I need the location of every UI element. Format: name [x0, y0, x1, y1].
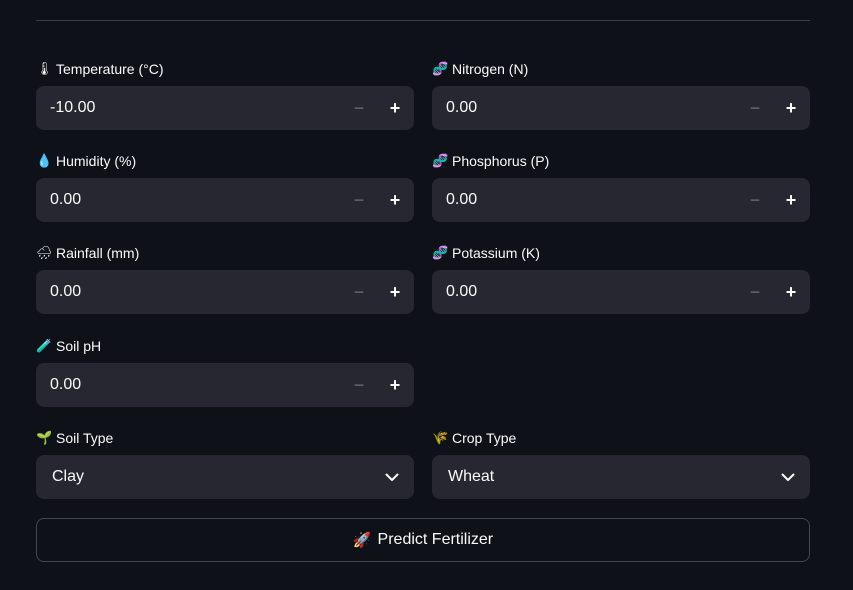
nitrogen-input[interactable]: 0.00 − +: [432, 86, 810, 130]
soil-type-select[interactable]: Clay: [36, 455, 414, 499]
humidity-label: Humidity (%): [56, 153, 137, 169]
nitrogen-field: 🧬 Nitrogen (N) 0.00 − +: [432, 59, 810, 130]
test-tube-icon: 🧪: [36, 338, 53, 353]
nitrogen-increment-button[interactable]: +: [773, 86, 809, 130]
humidity-input[interactable]: 0.00 − +: [36, 178, 414, 222]
potassium-label: Potassium (K): [452, 245, 540, 261]
nitrogen-decrement-button[interactable]: −: [737, 86, 773, 130]
potassium-input[interactable]: 0.00 − +: [432, 270, 810, 314]
droplet-icon: 💧: [36, 153, 53, 168]
potassium-field: 🧬 Potassium (K) 0.00 − +: [432, 243, 810, 314]
dna-icon: 🧬: [432, 153, 449, 168]
dna-icon: 🧬: [432, 61, 449, 76]
crop-type-select[interactable]: Wheat: [432, 455, 810, 499]
humidity-value[interactable]: 0.00: [36, 191, 341, 209]
crop-type-label-row: 🌾 Crop Type: [432, 428, 810, 448]
seedling-icon: 🌱: [36, 430, 53, 445]
rain-cloud-icon: 🌧: [36, 245, 53, 260]
potassium-label-row: 🧬 Potassium (K): [432, 243, 810, 263]
rainfall-increment-button[interactable]: +: [377, 270, 413, 314]
phosphorus-input[interactable]: 0.00 − +: [432, 178, 810, 222]
potassium-value[interactable]: 0.00: [432, 283, 737, 301]
potassium-decrement-button[interactable]: −: [737, 270, 773, 314]
soil-ph-field: 🧪 Soil pH 0.00 − +: [36, 336, 414, 407]
dna-icon: 🧬: [432, 245, 449, 260]
temperature-value[interactable]: -10.00: [36, 99, 341, 117]
chevron-down-icon[interactable]: [370, 473, 414, 482]
phosphorus-label: Phosphorus (P): [452, 153, 550, 169]
rocket-icon: 🚀: [352, 532, 372, 549]
soil-ph-value[interactable]: 0.00: [36, 376, 341, 394]
humidity-field: 💧 Humidity (%) 0.00 − +: [36, 151, 414, 222]
phosphorus-value[interactable]: 0.00: [432, 191, 737, 209]
soil-type-label-row: 🌱 Soil Type: [36, 428, 414, 448]
section-divider: [36, 20, 810, 21]
soil-type-selected-value[interactable]: Clay: [36, 468, 84, 486]
soil-ph-label-row: 🧪 Soil pH: [36, 336, 414, 356]
phosphorus-label-row: 🧬 Phosphorus (P): [432, 151, 810, 171]
temperature-decrement-button[interactable]: −: [341, 86, 377, 130]
crop-type-field: 🌾 Crop Type Wheat: [432, 428, 810, 499]
rainfall-label: Rainfall (mm): [56, 245, 140, 261]
temperature-input[interactable]: -10.00 − +: [36, 86, 414, 130]
temperature-label-row: 🌡 Temperature (°C): [36, 59, 414, 79]
phosphorus-increment-button[interactable]: +: [773, 178, 809, 222]
chevron-down-icon[interactable]: [766, 473, 810, 482]
nitrogen-label-row: 🧬 Nitrogen (N): [432, 59, 810, 79]
crop-type-label: Crop Type: [452, 430, 517, 446]
rainfall-value[interactable]: 0.00: [36, 283, 341, 301]
soil-ph-input[interactable]: 0.00 − +: [36, 363, 414, 407]
humidity-label-row: 💧 Humidity (%): [36, 151, 414, 171]
temperature-label: Temperature (°C): [56, 61, 164, 77]
nitrogen-label: Nitrogen (N): [452, 61, 529, 77]
humidity-decrement-button[interactable]: −: [341, 178, 377, 222]
soil-type-label: Soil Type: [56, 430, 114, 446]
predict-button-label: Predict Fertilizer: [377, 531, 494, 548]
temperature-increment-button[interactable]: +: [377, 86, 413, 130]
rainfall-field: 🌧 Rainfall (mm) 0.00 − +: [36, 243, 414, 314]
rainfall-decrement-button[interactable]: −: [341, 270, 377, 314]
soil-ph-increment-button[interactable]: +: [377, 363, 413, 407]
soil-type-field: 🌱 Soil Type Clay: [36, 428, 414, 499]
soil-ph-decrement-button[interactable]: −: [341, 363, 377, 407]
thermometer-icon: 🌡: [36, 61, 53, 76]
phosphorus-decrement-button[interactable]: −: [737, 178, 773, 222]
phosphorus-field: 🧬 Phosphorus (P) 0.00 − +: [432, 151, 810, 222]
rainfall-label-row: 🌧 Rainfall (mm): [36, 243, 414, 263]
crop-type-selected-value[interactable]: Wheat: [432, 468, 494, 486]
predict-fertilizer-button[interactable]: 🚀 Predict Fertilizer: [36, 518, 810, 562]
potassium-increment-button[interactable]: +: [773, 270, 809, 314]
wheat-icon: 🌾: [432, 430, 449, 445]
nitrogen-value[interactable]: 0.00: [432, 99, 737, 117]
rainfall-input[interactable]: 0.00 − +: [36, 270, 414, 314]
temperature-field: 🌡 Temperature (°C) -10.00 − +: [36, 59, 414, 130]
soil-ph-label: Soil pH: [56, 338, 102, 354]
humidity-increment-button[interactable]: +: [377, 178, 413, 222]
